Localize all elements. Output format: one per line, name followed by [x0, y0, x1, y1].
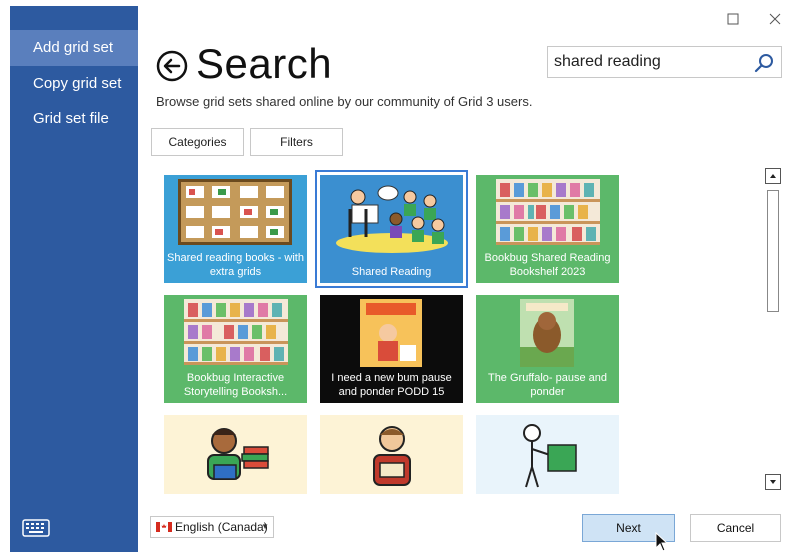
triangle-up-icon	[770, 174, 776, 178]
tile-label: The Gruffalo- pause and ponder	[487, 372, 608, 398]
language-label: English (Canada)	[175, 520, 268, 534]
bookbug-bookshelf-thumbnail	[496, 179, 600, 245]
sidebar-item-copy-grid-set[interactable]: Copy grid set	[10, 66, 138, 102]
grid-tile-stick-figure-reading[interactable]	[476, 415, 619, 494]
bookshelf-thumbnail	[178, 179, 292, 245]
grid-tile-the-gruffalo[interactable]: The Gruffalo- pause and ponder	[476, 295, 619, 403]
stick-figure-book-icon	[523, 424, 577, 488]
search-input-value[interactable]: shared reading	[554, 53, 661, 71]
scroll-thumb[interactable]	[767, 190, 779, 312]
triangle-down-icon	[770, 480, 776, 484]
grid-tile-shared-reading[interactable]: Shared Reading	[315, 170, 468, 288]
cancel-button[interactable]: Cancel	[690, 514, 781, 542]
scroll-down-button[interactable]	[765, 474, 781, 490]
grid-tile-reading-adult[interactable]	[320, 415, 463, 494]
tile-label: Bookbug Interactive Storytelling Booksh.…	[183, 372, 288, 398]
results-scrollbar[interactable]	[765, 168, 781, 490]
filters-button[interactable]: Filters	[250, 128, 343, 156]
person-reading-icon	[373, 426, 411, 486]
scroll-up-button[interactable]	[765, 168, 781, 184]
results-grid: Shared reading books - with extra grids …	[150, 164, 730, 494]
close-icon[interactable]	[766, 10, 784, 28]
categories-button[interactable]: Categories	[151, 128, 244, 156]
bookbug-bookshelf-thumbnail	[184, 299, 288, 365]
chevron-down-icon: ▼	[261, 522, 269, 531]
search-input[interactable]: shared reading	[547, 46, 782, 78]
grid-tile-shared-reading-books[interactable]: Shared reading books - with extra grids	[164, 175, 307, 283]
grid-tile-bookbug-shared-reading[interactable]: Bookbug Shared Reading Bookshelf 2023	[476, 175, 619, 283]
maximize-icon[interactable]	[724, 10, 742, 28]
tile-label: Shared reading books - with extra grids	[167, 252, 304, 278]
keyboard-icon[interactable]	[22, 519, 50, 537]
page-title: Search	[196, 40, 333, 87]
tile-label: Shared Reading	[351, 266, 432, 278]
grid-tile-reading-child[interactable]	[164, 415, 307, 494]
language-dropdown[interactable]: English (Canada) ▼	[150, 516, 274, 538]
search-icon[interactable]	[753, 52, 775, 74]
mouse-cursor-icon	[655, 532, 669, 552]
children-reading-thumbnail	[336, 185, 448, 253]
tile-label: Bookbug Shared Reading Bookshelf 2023	[484, 252, 611, 278]
sidebar-item-grid-set-file[interactable]: Grid set file	[10, 101, 138, 137]
tile-label: I need a new bum pause and ponder PODD 1…	[331, 372, 452, 398]
sidebar: Add grid set Copy grid set Grid set file	[10, 6, 138, 552]
back-arrow-icon[interactable]	[156, 50, 188, 82]
grid-tile-bookbug-interactive[interactable]: Bookbug Interactive Storytelling Booksh.…	[164, 295, 307, 403]
child-reading-icon	[207, 428, 269, 480]
page-subtitle: Browse grid sets shared online by our co…	[156, 94, 533, 109]
book-cover-thumbnail	[360, 299, 422, 367]
gruffalo-cover-thumbnail	[520, 299, 574, 367]
sidebar-item-add-grid-set[interactable]: Add grid set	[10, 30, 138, 66]
grid-tile-i-need-a-new-bum[interactable]: I need a new bum pause and ponder PODD 1…	[320, 295, 463, 403]
canada-flag-icon	[156, 522, 172, 532]
